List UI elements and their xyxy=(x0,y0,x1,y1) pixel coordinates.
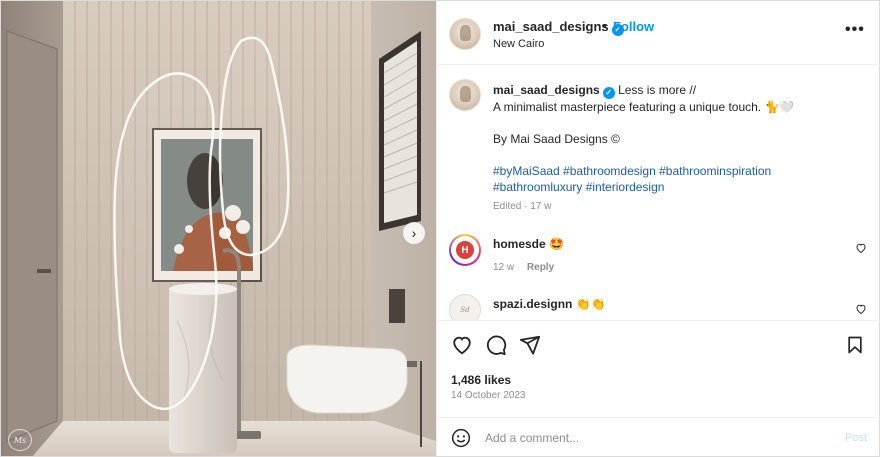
post-date: 14 October 2023 xyxy=(451,390,526,401)
header-separator: • xyxy=(602,18,607,33)
smiley-icon[interactable] xyxy=(451,428,471,448)
commenter-avatar-homesde[interactable]: H xyxy=(449,234,481,266)
post-header: mai_saad_designs ✓ • Follow New Cairo ••• xyxy=(437,1,880,65)
comment-text: 👏👏 xyxy=(575,297,606,311)
comments-scroll-area[interactable]: mai_saad_designs ✓ Less is more // A mini… xyxy=(437,66,880,321)
caption-hashtags-1[interactable]: #byMaiSaad #bathroomdesign #bathroominsp… xyxy=(493,163,863,179)
follow-button[interactable]: Follow xyxy=(613,19,654,34)
likes-count[interactable]: 1,486 likes xyxy=(451,373,511,387)
add-comment-bar: Post xyxy=(437,417,880,457)
caption-username[interactable]: mai_saad_designs xyxy=(493,83,600,97)
caption-line-1: Less is more // xyxy=(618,83,697,97)
post-photo[interactable]: › Ms xyxy=(1,1,436,456)
caption-edited-meta: Edited · 17 w xyxy=(493,201,552,212)
bookmark-icon[interactable] xyxy=(845,334,865,356)
caption-line-3: By Mai Saad Designs © xyxy=(493,132,620,146)
comment-like-heart-icon[interactable] xyxy=(855,242,867,254)
add-comment-input[interactable] xyxy=(485,427,825,449)
caption-verified-badge-icon: ✓ xyxy=(602,87,615,99)
reply-button[interactable]: Reply xyxy=(527,262,554,273)
comment-age: 12 w xyxy=(493,262,515,273)
comment-bubble-icon[interactable] xyxy=(485,334,507,356)
bathroom-photo-illustration xyxy=(1,1,436,456)
paper-plane-icon[interactable] xyxy=(519,334,541,356)
chevron-right-icon: › xyxy=(411,225,417,241)
author-username-text: mai_saad_designs xyxy=(493,19,609,34)
next-photo-button[interactable]: › xyxy=(403,222,425,244)
post-comment-button[interactable]: Post xyxy=(845,432,867,444)
post-details-panel: mai_saad_designs ✓ • Follow New Cairo •••… xyxy=(436,1,880,457)
post-location[interactable]: New Cairo xyxy=(493,38,544,50)
comment-text: 🤩 xyxy=(549,237,564,251)
comment-like-heart-icon[interactable] xyxy=(855,303,867,315)
instagram-post-modal: › Ms mai_saad_designs ✓ • Follow New Cair… xyxy=(0,0,880,457)
heart-icon[interactable] xyxy=(451,334,473,356)
designer-watermark-logo: Ms xyxy=(8,429,32,451)
comment-item: homesde 🤩 xyxy=(493,237,564,251)
author-avatar[interactable] xyxy=(449,18,481,50)
caption-author-avatar[interactable] xyxy=(449,79,481,111)
caption-hashtags-2[interactable]: #bathroomluxury #interiordesign xyxy=(493,179,863,195)
comment-item: spazi.designn 👏👏 xyxy=(493,297,606,311)
commenter-avatar-spazi[interactable]: Sd xyxy=(449,294,481,320)
post-actions-bar xyxy=(437,322,880,372)
more-options-icon[interactable]: ••• xyxy=(845,21,865,39)
comment-meta: 12 w Reply xyxy=(493,262,554,273)
caption-line-2: A minimalist masterpiece featuring a uni… xyxy=(493,100,795,114)
homesde-logo-icon: H xyxy=(456,241,474,259)
post-caption: mai_saad_designs ✓ Less is more // A mini… xyxy=(493,82,863,195)
comment-username[interactable]: homesde xyxy=(493,237,546,251)
comment-username[interactable]: spazi.designn xyxy=(493,297,572,311)
